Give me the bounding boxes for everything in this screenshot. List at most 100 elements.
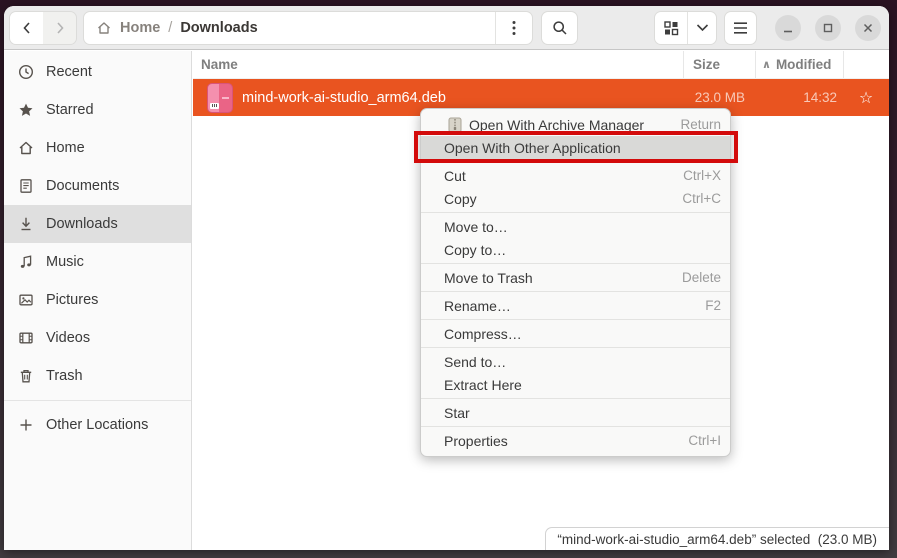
breadcrumb-home[interactable]: Home: [120, 20, 160, 36]
view-toggle-group: [654, 11, 717, 45]
column-header-name[interactable]: Name: [193, 57, 683, 72]
breadcrumb-current[interactable]: Downloads: [180, 20, 257, 36]
grid-view-button[interactable]: [655, 12, 688, 44]
menu-item-rename[interactable]: Rename… F2: [421, 294, 730, 317]
file-size: 23.0 MB: [683, 90, 755, 105]
menu-item-open-with-archive-manager[interactable]: Open With Archive Manager Return: [421, 113, 730, 136]
menu-item-copy[interactable]: Copy Ctrl+C: [421, 187, 730, 210]
home-icon: [18, 140, 34, 156]
close-button[interactable]: [855, 15, 881, 41]
selection-status-text: “mind-work-ai-studio_arm64.deb” selected…: [557, 532, 877, 547]
list-header: Name Size ∧ Modified: [193, 51, 889, 79]
path-bar[interactable]: Home / Downloads: [83, 11, 533, 45]
sidebar-item-starred[interactable]: Starred: [4, 91, 191, 129]
menu-item-shortcut: Return: [680, 117, 721, 132]
sidebar-item-label: Other Locations: [46, 417, 148, 433]
sidebar-item-label: Recent: [46, 64, 92, 80]
minimize-icon: [782, 22, 794, 34]
sidebar-item-label: Trash: [46, 368, 83, 384]
breadcrumb: Home / Downloads: [84, 20, 495, 36]
sidebar-item-documents[interactable]: Documents: [4, 167, 191, 205]
menu-item-open-with-other-application[interactable]: Open With Other Application: [421, 136, 730, 159]
forward-button[interactable]: [43, 12, 76, 44]
image-icon: [18, 292, 34, 308]
sidebar-separator: [4, 400, 191, 401]
menu-item-label: Send to…: [444, 354, 721, 370]
menu-item-cut[interactable]: Cut Ctrl+X: [421, 164, 730, 187]
download-icon: [18, 216, 34, 232]
menu-item-label: Properties: [444, 433, 688, 449]
menu-separator: [421, 398, 730, 399]
location-menu-button[interactable]: [495, 12, 532, 44]
search-button[interactable]: [541, 11, 578, 45]
menu-item-star[interactable]: Star: [421, 401, 730, 424]
menu-item-label: Open With Archive Manager: [469, 117, 680, 133]
chevron-right-icon: [53, 21, 67, 35]
trash-icon: [18, 368, 34, 384]
view-options-button[interactable]: [688, 12, 716, 44]
sidebar-item-label: Documents: [46, 178, 119, 194]
sidebar-item-home[interactable]: Home: [4, 129, 191, 167]
menu-item-shortcut: Delete: [682, 270, 721, 285]
menu-item-label: Extract Here: [444, 377, 721, 393]
menu-item-move-to-trash[interactable]: Move to Trash Delete: [421, 266, 730, 289]
column-header-modified-label: Modified: [776, 57, 832, 72]
column-header-size[interactable]: Size: [683, 51, 755, 78]
menu-item-label: Rename…: [444, 298, 705, 314]
file-manager-window: Home / Downloads: [4, 6, 889, 550]
header-bar: Home / Downloads: [4, 6, 889, 50]
sidebar-item-videos[interactable]: Videos: [4, 319, 191, 357]
maximize-icon: [822, 22, 834, 34]
sidebar: Recent Starred Home Documents Downloads …: [4, 51, 192, 550]
sidebar-item-recent[interactable]: Recent: [4, 53, 191, 91]
star-icon: [18, 102, 34, 118]
grid-view-icon: [663, 20, 679, 36]
back-button[interactable]: [10, 12, 43, 44]
menu-item-properties[interactable]: Properties Ctrl+I: [421, 429, 730, 452]
chevron-left-icon: [20, 21, 34, 35]
context-menu: Open With Archive Manager Return Open Wi…: [420, 108, 731, 457]
hamburger-icon: [733, 22, 748, 34]
menu-item-send-to[interactable]: Send to…: [421, 350, 730, 373]
menu-item-label: Open With Other Application: [444, 140, 721, 156]
plus-icon: [18, 417, 34, 433]
menu-separator: [421, 319, 730, 320]
column-header-modified[interactable]: ∧ Modified: [755, 51, 843, 78]
maximize-button[interactable]: [815, 15, 841, 41]
menu-item-label: Copy to…: [444, 242, 721, 258]
menu-item-compress[interactable]: Compress…: [421, 322, 730, 345]
breadcrumb-separator: /: [168, 20, 172, 36]
deb-package-icon: [207, 83, 233, 113]
column-header-star: [843, 51, 889, 78]
main-menu-button[interactable]: [724, 11, 757, 45]
sidebar-item-downloads[interactable]: Downloads: [4, 205, 191, 243]
menu-item-extract-here[interactable]: Extract Here: [421, 373, 730, 396]
menu-item-label: Compress…: [444, 326, 721, 342]
sidebar-item-trash[interactable]: Trash: [4, 357, 191, 395]
sidebar-item-label: Downloads: [46, 216, 118, 232]
chevron-down-icon: [696, 23, 709, 32]
menu-item-move-to[interactable]: Move to…: [421, 215, 730, 238]
star-toggle[interactable]: ☆: [843, 88, 889, 108]
music-icon: [18, 254, 34, 270]
menu-item-label: Star: [444, 405, 721, 421]
file-modified: 14:32: [755, 90, 843, 105]
menu-item-label: Move to Trash: [444, 270, 682, 286]
minimize-button[interactable]: [775, 15, 801, 41]
sidebar-item-other-locations[interactable]: Other Locations: [4, 406, 191, 444]
menu-item-label: Copy: [444, 191, 682, 207]
kebab-menu-icon: [512, 20, 516, 36]
menu-separator: [421, 161, 730, 162]
menu-item-shortcut: Ctrl+X: [683, 168, 721, 183]
sidebar-item-music[interactable]: Music: [4, 243, 191, 281]
sidebar-item-label: Videos: [46, 330, 90, 346]
menu-separator: [421, 212, 730, 213]
sidebar-item-pictures[interactable]: Pictures: [4, 281, 191, 319]
menu-item-copy-to[interactable]: Copy to…: [421, 238, 730, 261]
menu-item-shortcut: Ctrl+I: [688, 433, 721, 448]
status-bar: “mind-work-ai-studio_arm64.deb” selected…: [545, 527, 889, 550]
home-icon: [96, 20, 112, 36]
nav-button-group: [9, 11, 77, 45]
window-controls: [775, 15, 881, 41]
sidebar-item-label: Pictures: [46, 292, 98, 308]
